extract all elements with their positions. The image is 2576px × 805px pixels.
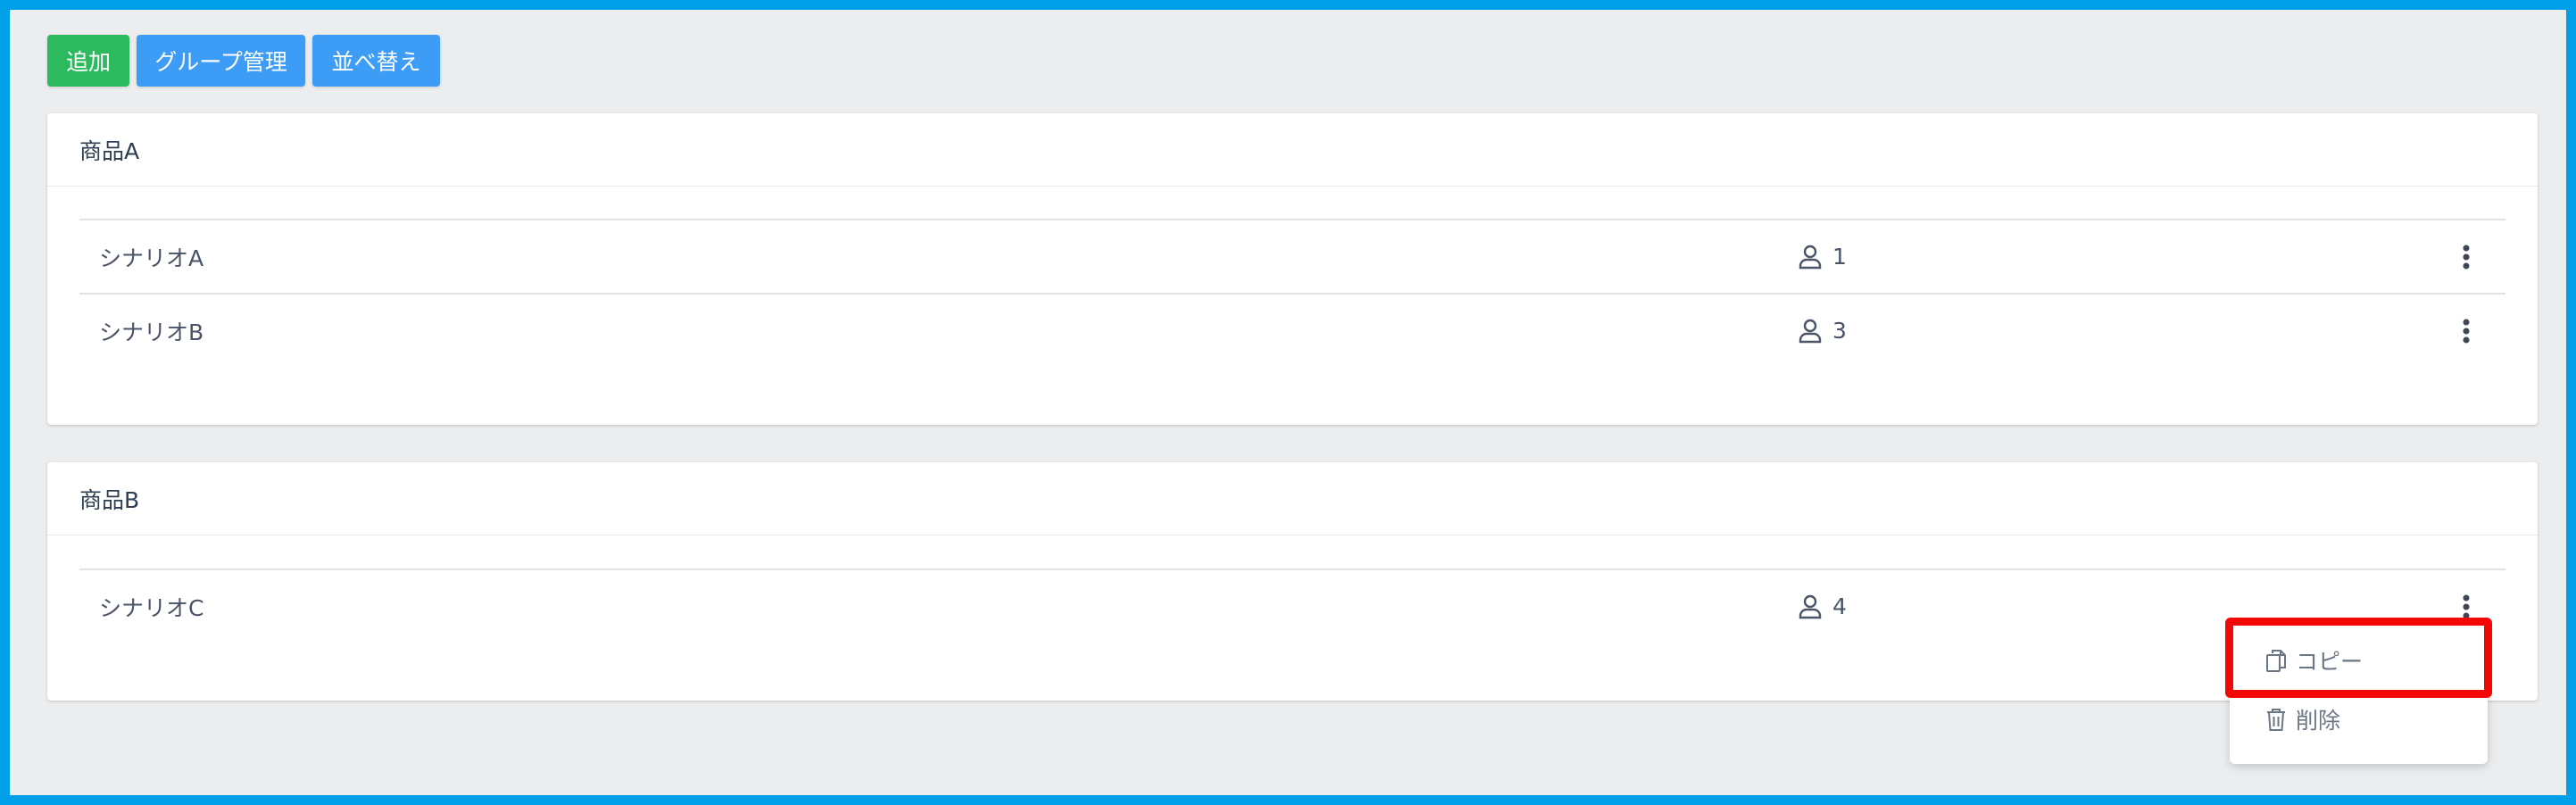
group-title: 商品B	[47, 462, 2538, 535]
scenario-row[interactable]: シナリオB 3	[79, 293, 2505, 367]
context-menu: コピー 削除	[2230, 623, 2488, 764]
user-icon	[1799, 594, 1822, 618]
user-icon	[1799, 319, 1822, 343]
scenario-name[interactable]: シナリオA	[99, 241, 204, 273]
sort-button[interactable]: 並べ替え	[312, 35, 440, 87]
scenario-list: シナリオC 4	[79, 568, 2505, 643]
user-count: 1	[1799, 244, 1847, 270]
group-card-a: 商品A シナリオA 1 シナリオB 3	[47, 113, 2538, 425]
copy-label: コピー	[2296, 649, 2364, 675]
group-card-b: 商品B シナリオC 4	[47, 462, 2538, 701]
toolbar: 追加 グループ管理 並べ替え	[47, 35, 440, 87]
scenario-row[interactable]: シナリオA 1	[79, 219, 2505, 293]
scenario-name[interactable]: シナリオC	[99, 591, 204, 623]
more-options-icon[interactable]	[2456, 241, 2477, 273]
scenario-name[interactable]: シナリオB	[99, 315, 204, 347]
copy-menu-item[interactable]: コピー	[2230, 630, 2488, 691]
user-count-value: 1	[1832, 244, 1847, 270]
user-count-value: 3	[1832, 318, 1847, 344]
copy-icon	[2266, 650, 2286, 672]
delete-label: 削除	[2296, 708, 2341, 734]
add-button[interactable]: 追加	[47, 35, 129, 87]
user-count: 4	[1799, 593, 1847, 619]
user-count: 3	[1799, 318, 1847, 344]
more-options-icon[interactable]	[2456, 591, 2477, 623]
user-count-value: 4	[1832, 593, 1847, 619]
delete-menu-item[interactable]: 削除	[2230, 689, 2488, 750]
scenario-row[interactable]: シナリオC 4	[79, 568, 2505, 643]
group-title: 商品A	[47, 113, 2538, 187]
user-icon	[1799, 245, 1822, 269]
trash-icon	[2267, 709, 2285, 731]
more-options-icon[interactable]	[2456, 315, 2477, 347]
scenario-list: シナリオA 1 シナリオB 3	[79, 219, 2505, 367]
group-management-button[interactable]: グループ管理	[137, 35, 305, 87]
